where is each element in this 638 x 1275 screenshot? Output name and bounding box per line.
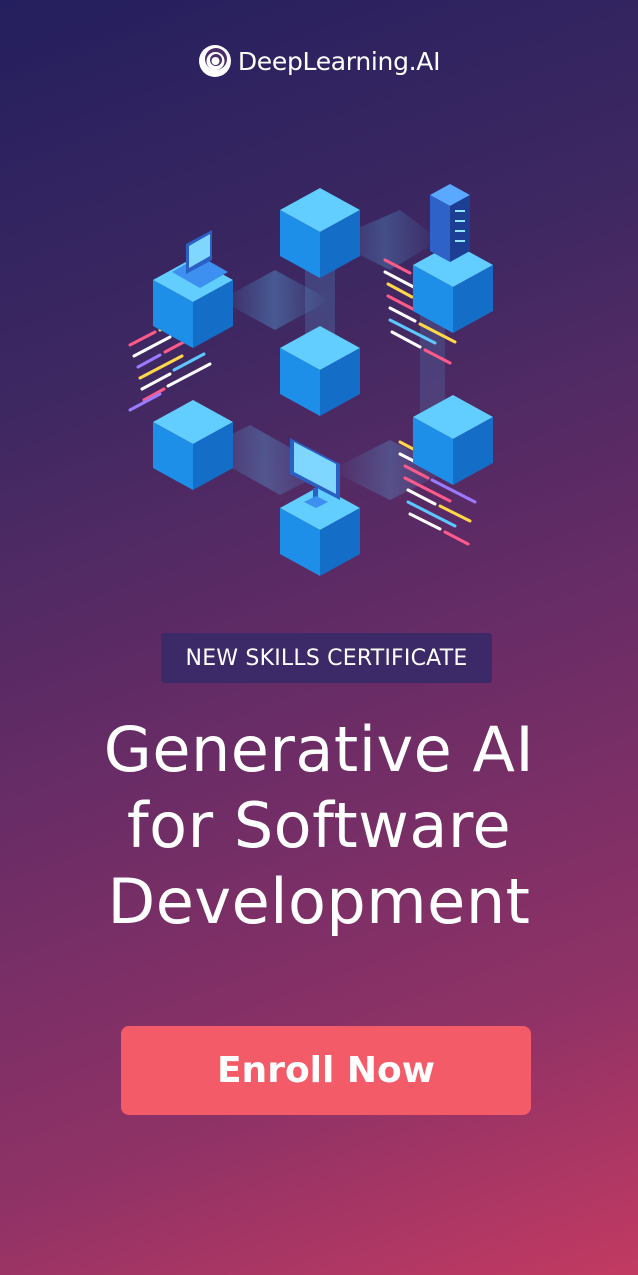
ad-banner[interactable]: DeepLearning.AI NEW SKILLS CERTIFICATE G… xyxy=(0,0,638,1275)
badge-label: NEW SKILLS CERTIFICATE xyxy=(185,645,468,671)
brand-name: DeepLearning.AI xyxy=(237,46,441,76)
course-title-line-3: Development xyxy=(107,865,531,938)
course-title-line-2: for Software xyxy=(126,789,512,862)
certificate-badge: NEW SKILLS CERTIFICATE xyxy=(161,633,492,683)
deeplearning-swirl-icon xyxy=(198,45,231,77)
isometric-cube-network-illustration xyxy=(100,170,560,580)
server-icon xyxy=(430,184,470,262)
enroll-now-button[interactable]: Enroll Now xyxy=(121,1026,531,1115)
brand-logo[interactable]: DeepLearning.AI xyxy=(0,44,638,78)
course-title: Generative AI for Software Development xyxy=(0,712,638,940)
enroll-now-label: Enroll Now xyxy=(216,1050,436,1091)
course-title-line-1: Generative AI xyxy=(103,713,535,786)
